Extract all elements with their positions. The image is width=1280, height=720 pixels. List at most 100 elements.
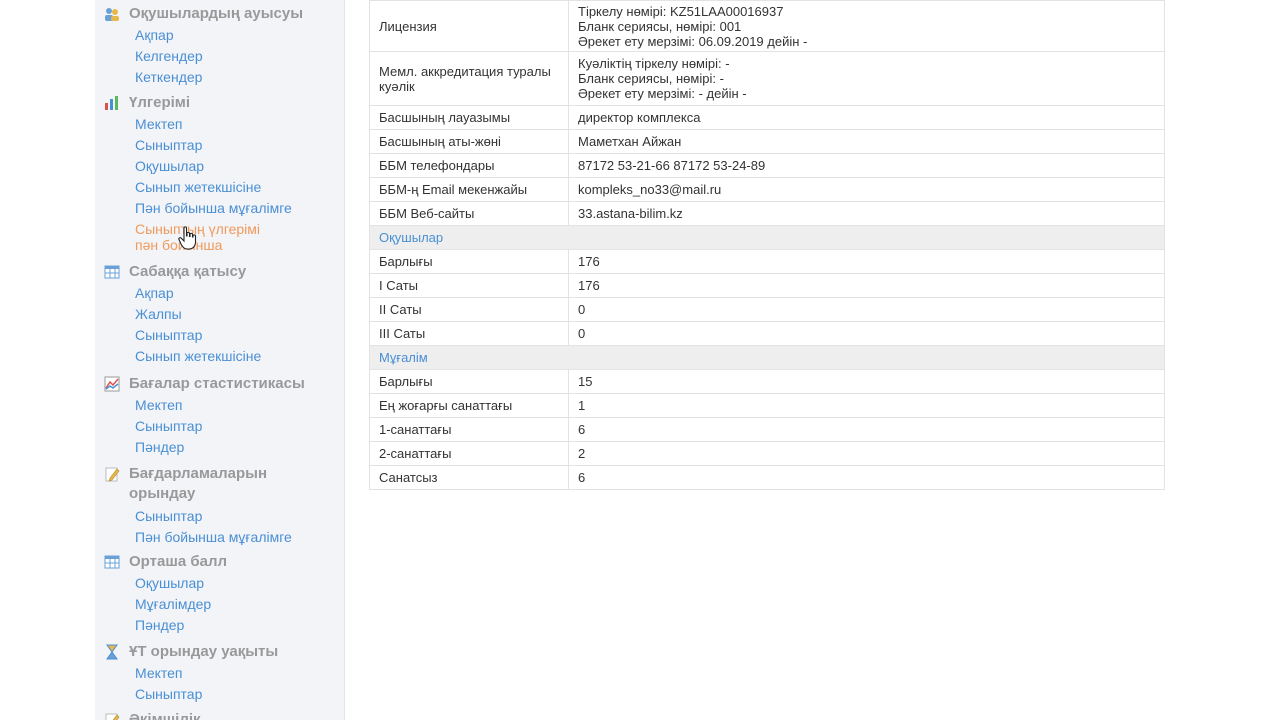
section-heading[interactable]: Бағалар стастистикасы xyxy=(95,374,344,394)
row-value: 176 xyxy=(568,273,1165,298)
section-administration: Әкімшілік xyxy=(95,710,344,720)
nav-link-students[interactable]: Оқушылар xyxy=(135,156,344,177)
row-label: 1-санаттағы xyxy=(369,417,569,442)
nav-link-info[interactable]: Ақпар xyxy=(135,283,344,304)
nav-link-subjects[interactable]: Пәндер xyxy=(135,615,344,636)
table-row: 1-санаттағы 6 xyxy=(369,417,1165,442)
row-value: директор комплекса xyxy=(568,105,1165,130)
nav-link-classes[interactable]: Сыныптар xyxy=(135,135,344,156)
table-icon xyxy=(104,555,120,569)
row-label: Басшының аты-жөні xyxy=(369,129,569,154)
section-attendance: Сабаққа қатысу Ақпар Жалпы Сыныптар Сыны… xyxy=(95,262,344,367)
section-heading[interactable]: Әкімшілік xyxy=(95,710,344,720)
sidebar-nav: Оқушылардың ауысуы Ақпар Келгендер Кетке… xyxy=(95,0,345,720)
row-value: 6 xyxy=(568,465,1165,490)
table-row: ББМ-ң Email мекенжайы kompleks_no33@mail… xyxy=(369,177,1165,202)
row-label: ББМ телефондары xyxy=(369,153,569,178)
row-value: 15 xyxy=(568,369,1165,394)
table-row: Басшының аты-жөні Маметхан Айжан xyxy=(369,129,1165,154)
section-program-fulfillment: Бағдарламаларын орындау Сыныптар Пән бой… xyxy=(95,464,344,548)
accreditation-line: Бланк сериясы, нөмірі: - xyxy=(578,71,724,86)
nav-link-class-performance-by-subject[interactable]: Сыныптың үлгерімі пән бойынша xyxy=(135,221,344,253)
section-title: Үлгерімі xyxy=(129,94,191,111)
row-value: 33.astana-bilim.kz xyxy=(568,201,1165,226)
nav-link-school[interactable]: Мектеп xyxy=(135,663,344,684)
license-line: Әрекет ету мерзімі: 06.09.2019 дейін - xyxy=(578,34,808,49)
nav-link-classes[interactable]: Сыныптар xyxy=(135,325,344,346)
row-label: Санатсыз xyxy=(369,465,569,490)
nav-link-school[interactable]: Мектеп xyxy=(135,114,344,135)
nav-link-subjects[interactable]: Пәндер xyxy=(135,437,344,458)
accreditation-line: Әрекет ету мерзімі: - дейін - xyxy=(578,86,747,101)
row-value: Маметхан Айжан xyxy=(568,129,1165,154)
row-label: ББМ Веб-сайты xyxy=(369,201,569,226)
section-heading[interactable]: Оқушылардың ауысуы xyxy=(95,4,344,24)
license-line: Тіркелу нөмірі: KZ51LAA00016937 xyxy=(578,4,784,19)
school-info-table: Лицензия Тіркелу нөмірі: KZ51LAA00016937… xyxy=(369,0,1165,490)
table-subheader-row: Оқушылар xyxy=(369,225,1165,250)
row-label: I Саты xyxy=(369,273,569,298)
nav-link-teachers[interactable]: Мұғалімдер xyxy=(135,594,344,615)
nav-link-subject-teacher[interactable]: Пән бойынша мұғалімге xyxy=(135,198,344,219)
row-value: 176 xyxy=(568,249,1165,274)
nav-link-school[interactable]: Мектеп xyxy=(135,395,344,416)
section-grade-statistics: Бағалар стастистикасы Мектеп Сыныптар Пә… xyxy=(95,374,344,458)
row-label: Барлығы xyxy=(369,249,569,274)
table-row: Басшының лауазымы директор комплекса xyxy=(369,105,1165,130)
section-title: Орташа балл xyxy=(129,553,227,570)
license-line: Бланк сериясы, нөмірі: 001 xyxy=(578,19,742,34)
table-row: ББМ Веб-сайты 33.astana-bilim.kz xyxy=(369,201,1165,226)
section-heading[interactable]: Бағдарламаларын орындау xyxy=(95,464,344,504)
section-heading[interactable]: Орташа балл xyxy=(95,552,344,572)
section-heading[interactable]: Сабаққа қатысу xyxy=(95,262,344,282)
nav-link-line: Сыныптың үлгерімі xyxy=(135,221,261,237)
row-value: 2 xyxy=(568,441,1165,466)
table-row: Ең жоғарғы санаттағы 1 xyxy=(369,393,1165,418)
table-row: Мемл. аккредитация туралы куәлік Куәлікт… xyxy=(369,51,1165,106)
table-row: Санатсыз 6 xyxy=(369,465,1165,490)
nav-link-classes[interactable]: Сыныптар xyxy=(135,506,344,527)
section-student-movement: Оқушылардың ауысуы Ақпар Келгендер Кетке… xyxy=(95,4,344,88)
hourglass-icon xyxy=(106,644,118,660)
row-value: 6 xyxy=(568,417,1165,442)
row-value: 0 xyxy=(568,297,1165,322)
section-heading[interactable]: Үлгерімі xyxy=(95,93,344,113)
nav-link-students[interactable]: Оқушылар xyxy=(135,573,344,594)
section-performance: Үлгерімі Мектеп Сыныптар Оқушылар Сынып … xyxy=(95,93,344,253)
nav-link-general[interactable]: Жалпы xyxy=(135,304,344,325)
bar-chart-icon xyxy=(105,96,118,110)
table-row: ББМ телефондары 87172 53-21-66 87172 53-… xyxy=(369,153,1165,178)
row-label: 2-санаттағы xyxy=(369,441,569,466)
row-label: ББМ-ң Email мекенжайы xyxy=(369,177,569,202)
table-row: Барлығы 176 xyxy=(369,249,1165,274)
section-title: Бағалар стастистикасы xyxy=(129,375,305,392)
row-value: kompleks_no33@mail.ru xyxy=(568,177,1165,202)
row-value: 87172 53-21-66 87172 53-24-89 xyxy=(568,153,1165,178)
nav-link-classes[interactable]: Сыныптар xyxy=(135,416,344,437)
row-label: III Саты xyxy=(369,321,569,346)
nav-link-departed[interactable]: Кеткендер xyxy=(135,67,344,88)
row-label: II Саты xyxy=(369,297,569,322)
accreditation-line: Куәліктің тіркелу нөмірі: - xyxy=(578,56,730,71)
users-swap-icon xyxy=(105,8,119,21)
row-label: Лицензия xyxy=(369,0,569,52)
table-row: Лицензия Тіркелу нөмірі: KZ51LAA00016937… xyxy=(369,0,1165,52)
table-row: 2-санаттағы 2 xyxy=(369,441,1165,466)
section-heading[interactable]: ҰТ орындау уақыты xyxy=(95,642,344,662)
section-title: ҰТ орындау уақыты xyxy=(129,643,279,660)
nav-link-arrived[interactable]: Келгендер xyxy=(135,46,344,67)
nav-link-class-teacher[interactable]: Сынып жетекшісіне xyxy=(135,346,344,367)
section-title: Әкімшілік xyxy=(129,711,201,720)
row-label: Ең жоғарғы санаттағы xyxy=(369,393,569,418)
table-row: I Саты 176 xyxy=(369,273,1165,298)
table-row: Барлығы 15 xyxy=(369,369,1165,394)
nav-link-classes[interactable]: Сыныптар xyxy=(135,684,344,705)
section-average-score: Орташа балл Оқушылар Мұғалімдер Пәндер xyxy=(95,552,344,636)
teachers-subheader: Мұғалім xyxy=(369,345,1165,370)
nav-link-subject-teacher[interactable]: Пән бойынша мұғалімге xyxy=(135,527,344,548)
nav-link-info[interactable]: Ақпар xyxy=(135,25,344,46)
nav-link-class-teacher[interactable]: Сынып жетекшісіне xyxy=(135,177,344,198)
accreditation-details: Куәліктің тіркелу нөмірі: - Бланк серияс… xyxy=(568,51,1165,106)
row-value: 1 xyxy=(568,393,1165,418)
hand-cursor-icon xyxy=(178,226,197,250)
